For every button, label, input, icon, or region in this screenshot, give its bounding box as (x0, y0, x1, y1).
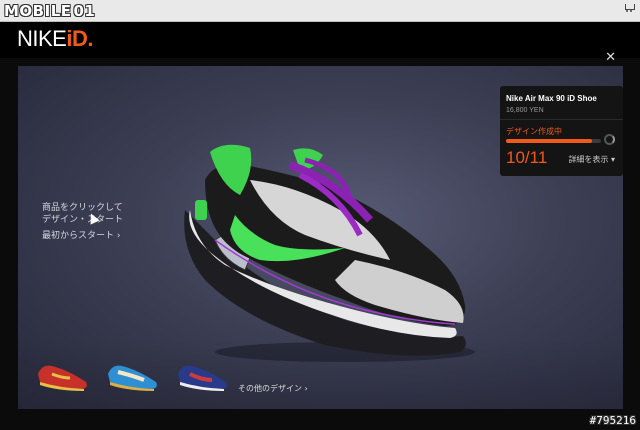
cta-line-2: デザイン・スタート (42, 215, 124, 225)
cta-line-1: 商品をクリックして (42, 203, 123, 213)
shoe-thumb-icon (38, 365, 87, 391)
product-info-panel: Nike Air Max 90 iD Shoe 16,800 YEN デザイン作… (500, 86, 623, 176)
panel-divider (500, 119, 623, 120)
loading-spinner-icon (604, 134, 615, 145)
show-details-link[interactable]: 詳細を表示 ▾ (568, 154, 615, 165)
thumbnail-design-3[interactable] (174, 360, 230, 392)
more-designs-link[interactable]: その他のデザイン › (238, 383, 308, 394)
site-logo-suffix: 01 (73, 2, 96, 20)
progress-bar (506, 139, 601, 143)
nike-logo-text: NIKE (17, 26, 67, 51)
shoe-thumb-icon (178, 365, 227, 391)
start-over-link[interactable]: 最初からスタート › (42, 230, 123, 242)
shoe-image[interactable] (175, 140, 475, 370)
thumbnail-design-2[interactable] (104, 360, 160, 392)
shoe-thumb-icon (108, 365, 157, 391)
thumbnail-design-1[interactable] (34, 360, 90, 392)
top-bar: MOBILE 01 (0, 0, 640, 22)
nike-logo-id: iD. (66, 26, 93, 51)
progress-fill (506, 139, 593, 143)
design-thumbnails (34, 360, 230, 392)
step-counter: 10/11 (506, 148, 548, 167)
site-logo[interactable]: MOBILE 01 (4, 2, 95, 20)
brand-bar (0, 22, 640, 58)
design-status: デザイン作成中 (506, 127, 562, 136)
site-logo-text: MOBILE (4, 2, 72, 20)
bottom-strip (0, 409, 640, 430)
nike-id-logo[interactable]: NIKEiD. (17, 26, 93, 52)
watermark-text: #795216 (589, 414, 636, 427)
design-start-cta[interactable]: 商品をクリックして デザイン・スタート 最初からスタート › (42, 202, 123, 242)
cart-button[interactable] (625, 4, 635, 12)
cart-icon (625, 4, 635, 12)
product-name: Nike Air Max 90 iD Shoe (506, 94, 597, 103)
close-icon[interactable]: ✕ (605, 50, 616, 65)
product-price: 16,800 YEN (506, 107, 544, 114)
